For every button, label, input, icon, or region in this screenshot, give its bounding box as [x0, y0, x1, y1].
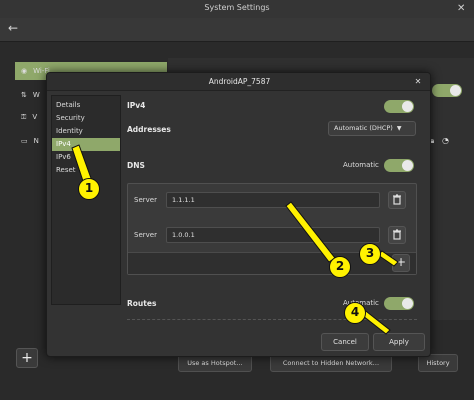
callout-2: 2: [329, 256, 351, 278]
annotation-arrows: [71, 144, 399, 335]
callout-1: 1: [78, 178, 100, 200]
arrow-2: [285, 201, 336, 263]
arrow-3: [377, 250, 399, 267]
callout-3: 3: [359, 243, 381, 265]
callout-4: 4: [344, 302, 366, 324]
